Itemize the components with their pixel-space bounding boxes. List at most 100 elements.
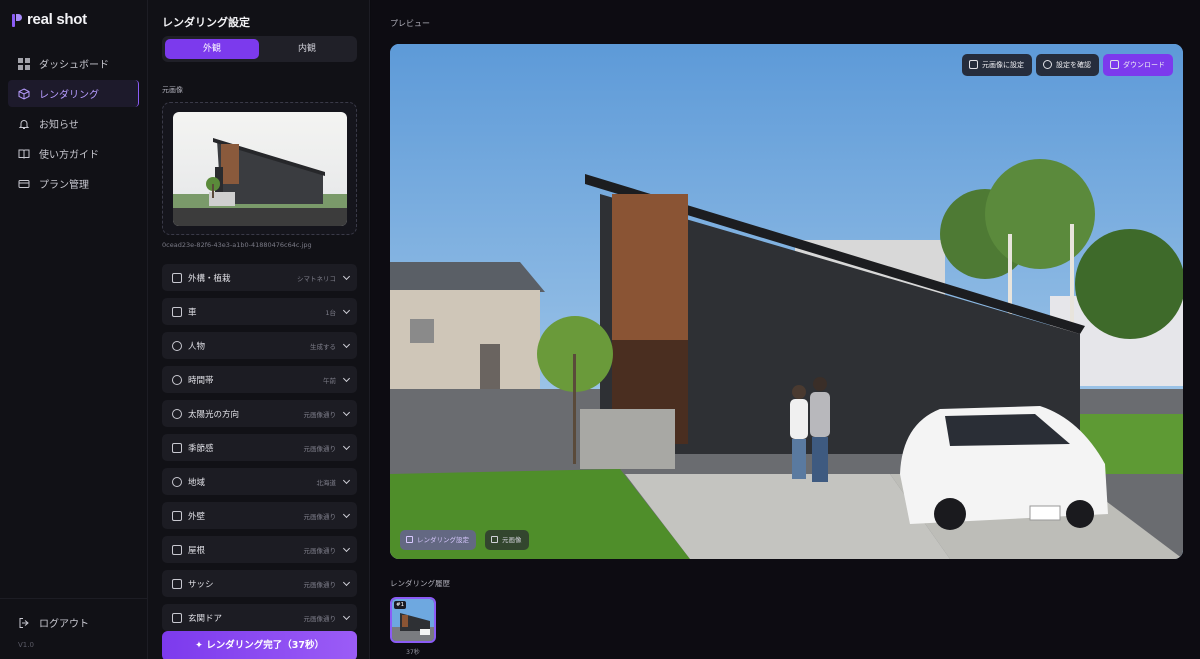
history-label: レンダリング履歴 — [390, 579, 450, 588]
original-image-dropzone[interactable] — [162, 102, 357, 235]
sun-icon — [172, 408, 182, 419]
history-badge: #1 — [394, 601, 407, 609]
door-icon — [172, 612, 182, 623]
sidebar-nav: ダッシュボード レンダリング お知らせ 使い方ガイド プラン管理 — [8, 50, 139, 200]
chevron-down-icon — [342, 374, 351, 382]
render-setting-pill[interactable]: レンダリング設定 — [400, 530, 476, 550]
option-season[interactable]: 季節感 元画像通り — [162, 434, 357, 461]
option-value: シマトネリコ — [297, 274, 336, 283]
sidebar: real shot ダッシュボード レンダリング お知らせ 使い方ガイド プラン… — [0, 0, 148, 659]
window-icon — [172, 578, 182, 589]
bell-icon — [18, 118, 30, 130]
option-value: 元画像通り — [303, 580, 337, 589]
option-value: 北海道 — [316, 478, 337, 487]
render-button-label: レンダリング完了（37秒） — [206, 640, 324, 651]
chevron-down-icon — [342, 476, 351, 484]
sidebar-item-label: 使い方ガイド — [39, 150, 99, 161]
option-region[interactable]: 地域 北海道 — [162, 468, 357, 495]
people-icon — [172, 340, 182, 351]
sidebar-item-label: ダッシュボード — [39, 60, 109, 71]
option-sun-direction[interactable]: 太陽光の方向 元画像通り — [162, 400, 357, 427]
option-label: サッシ — [188, 579, 214, 590]
option-label: 屋根 — [188, 545, 206, 556]
sidebar-item-dashboard[interactable]: ダッシュボード — [8, 50, 139, 77]
plant-icon — [172, 272, 182, 283]
original-pill[interactable]: 元画像 — [485, 530, 529, 550]
option-roof[interactable]: 屋根 元画像通り — [162, 536, 357, 563]
option-label: 人物 — [188, 341, 206, 352]
sidebar-item-notifications[interactable]: お知らせ — [8, 110, 139, 137]
option-car[interactable]: 車 1台 — [162, 298, 357, 325]
option-label: 時間帯 — [188, 375, 214, 386]
logout-icon — [18, 617, 30, 629]
logo[interactable]: real shot — [12, 11, 87, 28]
download-icon — [1110, 60, 1119, 69]
logo-text: real shot — [27, 11, 87, 28]
option-label: 外壁 — [188, 511, 206, 522]
chevron-down-icon — [342, 544, 351, 552]
original-pill-label: 元画像 — [502, 536, 522, 544]
image-icon — [491, 536, 498, 543]
logout-label: ログアウト — [39, 619, 89, 630]
option-label: 外構・植栽 — [188, 273, 231, 284]
option-value: 元画像通り — [303, 614, 337, 623]
brush-icon — [172, 510, 182, 521]
sidebar-item-label: レンダリング — [39, 90, 99, 101]
original-image — [173, 112, 347, 226]
option-label: 車 — [188, 307, 197, 318]
option-value: 元画像通り — [303, 444, 337, 453]
option-value: 元画像通り — [303, 546, 337, 555]
tab-exterior[interactable]: 外観 — [165, 39, 259, 59]
settings-panel: レンダリング設定 外観 内観 元画像 0cead23e-82f6-43e3-a1… — [148, 0, 370, 659]
sidebar-item-plan[interactable]: プラン管理 — [8, 170, 139, 197]
chevron-down-icon — [342, 442, 351, 450]
view-settings-button[interactable]: 設定を確認 — [1036, 54, 1099, 76]
download-button[interactable]: ダウンロード — [1103, 54, 1173, 76]
option-label: 玄関ドア — [188, 613, 223, 624]
tab-interior[interactable]: 内観 — [260, 39, 354, 59]
rendered-house-image — [390, 44, 1183, 559]
chevron-down-icon — [342, 340, 351, 348]
option-exterior-wall[interactable]: 外壁 元画像通り — [162, 502, 357, 529]
cube-icon — [406, 536, 413, 543]
chevron-down-icon — [342, 510, 351, 518]
pin-icon — [172, 476, 182, 487]
history-thumbnail[interactable]: #1 — [390, 597, 436, 643]
sidebar-item-rendering[interactable]: レンダリング — [8, 80, 139, 107]
car-icon — [172, 306, 182, 317]
image-icon — [969, 60, 978, 69]
logout-button[interactable]: ログアウト — [18, 615, 89, 630]
option-value: 生成する — [310, 342, 336, 351]
render-preview: 元画像に設定 設定を確認 ダウンロード レンダリング設定 元画像 — [390, 44, 1183, 559]
original-filename: 0cead23e-82f6-43e3-a1b0-41880476c64c.jpg — [162, 241, 312, 249]
option-label: 太陽光の方向 — [188, 409, 240, 420]
option-people[interactable]: 人物 生成する — [162, 332, 357, 359]
chevron-down-icon — [342, 272, 351, 280]
option-sash[interactable]: サッシ 元画像通り — [162, 570, 357, 597]
render-button[interactable]: ✦ レンダリング完了（37秒） — [162, 631, 357, 659]
chevron-down-icon — [342, 408, 351, 416]
history-caption: 37秒 — [406, 649, 420, 656]
card-icon — [18, 178, 30, 190]
option-label: 季節感 — [188, 443, 214, 454]
sidebar-item-guide[interactable]: 使い方ガイド — [8, 140, 139, 167]
option-front-door[interactable]: 玄関ドア 元画像通り — [162, 604, 357, 631]
option-value: 元画像通り — [303, 410, 337, 419]
eye-icon — [1043, 60, 1052, 69]
original-image-label: 元画像 — [162, 86, 183, 94]
option-value: 元画像通り — [303, 512, 337, 521]
download-label: ダウンロード — [1123, 61, 1165, 69]
sidebar-item-label: プラン管理 — [39, 180, 89, 191]
logo-mark-icon — [12, 13, 22, 27]
set-original-label: 元画像に設定 — [982, 61, 1024, 69]
chevron-down-icon — [342, 306, 351, 314]
sidebar-divider — [0, 598, 147, 599]
set-original-button[interactable]: 元画像に設定 — [962, 54, 1032, 76]
view-type-toggle: 外観 内観 — [162, 36, 357, 62]
chevron-down-icon — [342, 578, 351, 586]
option-time-of-day[interactable]: 時間帯 午前 — [162, 366, 357, 393]
grid-icon — [18, 57, 30, 70]
option-landscaping[interactable]: 外構・植栽 シマトネリコ — [162, 264, 357, 291]
render-setting-pill-label: レンダリング設定 — [417, 536, 469, 544]
option-label: 地域 — [188, 477, 206, 488]
